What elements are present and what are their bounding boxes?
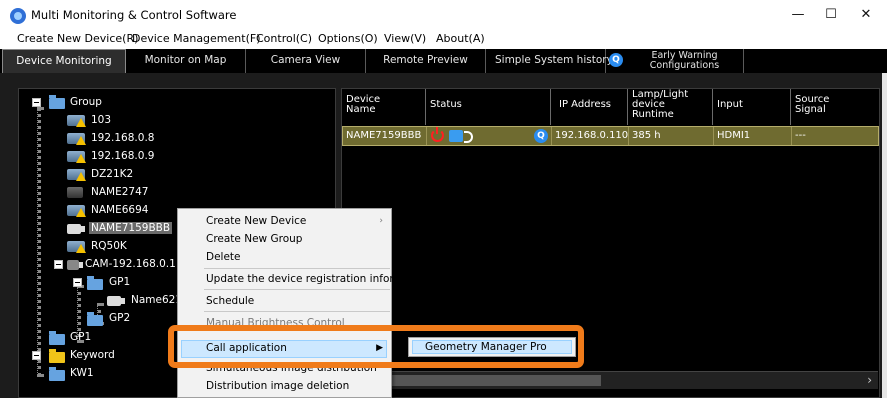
warning-icon (76, 208, 86, 217)
tree-label: Keyword (70, 349, 115, 361)
cell-ip-address: 192.168.0.110 (552, 127, 629, 145)
menu-control[interactable]: Control(C) (256, 32, 312, 45)
collapse-icon[interactable] (32, 98, 41, 107)
warning-icon (76, 154, 86, 163)
menu-view[interactable]: View(V) (384, 32, 426, 45)
tree-item-group[interactable]: Group (19, 94, 319, 112)
folder-icon (49, 95, 65, 109)
column-header-input[interactable]: Input (713, 89, 791, 125)
menu-item-create-new-device[interactable]: Create New Device (206, 215, 306, 227)
highlight-callout (168, 325, 584, 368)
folder-icon (49, 367, 65, 381)
collapse-icon[interactable] (32, 351, 41, 360)
tree-label: GP2 (109, 312, 131, 324)
audio-icon (449, 130, 473, 143)
cell-status: Q (427, 127, 552, 145)
table-row[interactable]: NAME7159BBB Q 192.168.0.110 385 h HDMI1 … (342, 126, 879, 146)
menu-about[interactable]: About(A) (436, 32, 485, 45)
tree-item-name2747[interactable]: NAME2747 (19, 184, 319, 202)
menu-item-schedule[interactable]: Schedule (206, 295, 254, 307)
help-icon[interactable]: Q (609, 53, 623, 67)
cell-source-signal: --- (795, 130, 806, 141)
menu-item-delete[interactable]: Delete (206, 251, 241, 263)
scroll-right-icon[interactable]: › (867, 373, 872, 387)
tree-label: 192.168.0.8 (91, 132, 155, 144)
tree-label: Name621 (131, 294, 183, 306)
tree-item-dz21k2[interactable]: DZ21K2 (19, 166, 319, 184)
power-icon (431, 127, 444, 142)
column-header-ip-address[interactable]: IP Address (551, 89, 628, 125)
tab-early-warning[interactable]: Early Warning Configurations (626, 49, 744, 73)
header-line: Name (346, 104, 376, 115)
menu-item-update-registration[interactable]: Update the device registration informati… (206, 273, 430, 285)
tree-label: NAME2747 (91, 186, 149, 198)
cell-input: HDMI1 (714, 127, 792, 145)
header-line: Signal (795, 104, 826, 115)
tab-remote-preview[interactable]: Remote Preview (366, 49, 486, 73)
menu-bar: Create New Device(R) Device Management(F… (0, 30, 887, 49)
title-bar: Multi Monitoring & Control Software — ☐ … (0, 0, 887, 30)
collapse-icon[interactable] (54, 260, 63, 269)
right-edge-strip (882, 73, 887, 398)
warning-icon (76, 118, 86, 127)
folder-icon (87, 276, 103, 290)
tree-label: KW1 (70, 367, 94, 379)
tree-label: GP1 (70, 331, 92, 343)
warning-icon (76, 172, 86, 181)
window-title: Multi Monitoring & Control Software (31, 8, 237, 22)
tree-label: NAME7159BBB (89, 222, 173, 234)
warning-icon (76, 244, 86, 253)
tree-item-ip9[interactable]: 192.168.0.9 (19, 148, 319, 166)
tree-label: 192.168.0.9 (91, 150, 155, 162)
column-header-source-signal[interactable]: Source Signal (791, 89, 879, 125)
warning-icon (76, 136, 86, 145)
help-icon[interactable]: Q (534, 129, 548, 143)
tab-configurations-label: Configurations (649, 60, 720, 71)
tree-label: NAME6694 (91, 204, 149, 216)
column-header-status[interactable]: Status (426, 89, 551, 125)
tree-item-103[interactable]: 103 (19, 112, 319, 130)
projector-icon (67, 187, 83, 198)
tab-simple-system-history-label: Simple System history (495, 54, 613, 66)
cell-device-name: NAME7159BBB (343, 127, 427, 145)
menu-create-new-device[interactable]: Create New Device(R) (17, 32, 138, 45)
tab-simple-system-history[interactable]: Simple System history (486, 49, 613, 73)
maximize-button[interactable]: ☐ (817, 4, 845, 26)
tree-label: Group (70, 96, 102, 108)
folder-icon (49, 331, 65, 345)
close-button[interactable]: ✕ (852, 4, 880, 26)
tab-monitor-on-map[interactable]: Monitor on Map (126, 49, 246, 73)
display-icon (107, 296, 125, 306)
cell-runtime: 385 h (629, 127, 714, 145)
app-logo-icon (10, 8, 26, 24)
tree-label: GP1 (109, 276, 131, 288)
menu-item-distribution-deletion[interactable]: Distribution image deletion (206, 380, 349, 392)
display-icon (67, 224, 85, 234)
menu-separator (204, 311, 390, 312)
tab-camera-view[interactable]: Camera View (246, 49, 366, 73)
tab-bar: Device Monitoring Monitor on Map Camera … (0, 49, 887, 73)
folder-icon (49, 349, 65, 363)
minimize-button[interactable]: — (784, 4, 812, 26)
tab-device-monitoring[interactable]: Device Monitoring (2, 49, 126, 73)
tree-item-ip8[interactable]: 192.168.0.8 (19, 130, 319, 148)
menu-separator (204, 268, 390, 269)
column-header-device-name[interactable]: Device Name (342, 89, 426, 125)
camera-icon (67, 260, 83, 270)
header-line: Runtime (632, 109, 674, 120)
collapse-icon[interactable] (73, 278, 82, 287)
tree-label: DZ21K2 (91, 168, 134, 180)
column-header-lamp-runtime[interactable]: Lamp/Light device Runtime (628, 89, 713, 125)
horizontal-scrollbar[interactable]: › (343, 371, 878, 389)
folder-icon (87, 312, 103, 326)
menu-item-create-new-group[interactable]: Create New Group (206, 233, 302, 245)
tree-label: 103 (91, 114, 112, 126)
menu-device-management[interactable]: Device Management(F) (132, 32, 261, 45)
tree-label: RQ50K (91, 240, 127, 252)
menu-options[interactable]: Options(O) (318, 32, 378, 45)
menu-separator (204, 289, 390, 290)
context-menu: Create New Device › Create New Group Del… (177, 208, 430, 398)
tree-label: CAM-192.168.0.11 (85, 258, 183, 270)
submenu-arrow-icon: › (379, 216, 383, 226)
